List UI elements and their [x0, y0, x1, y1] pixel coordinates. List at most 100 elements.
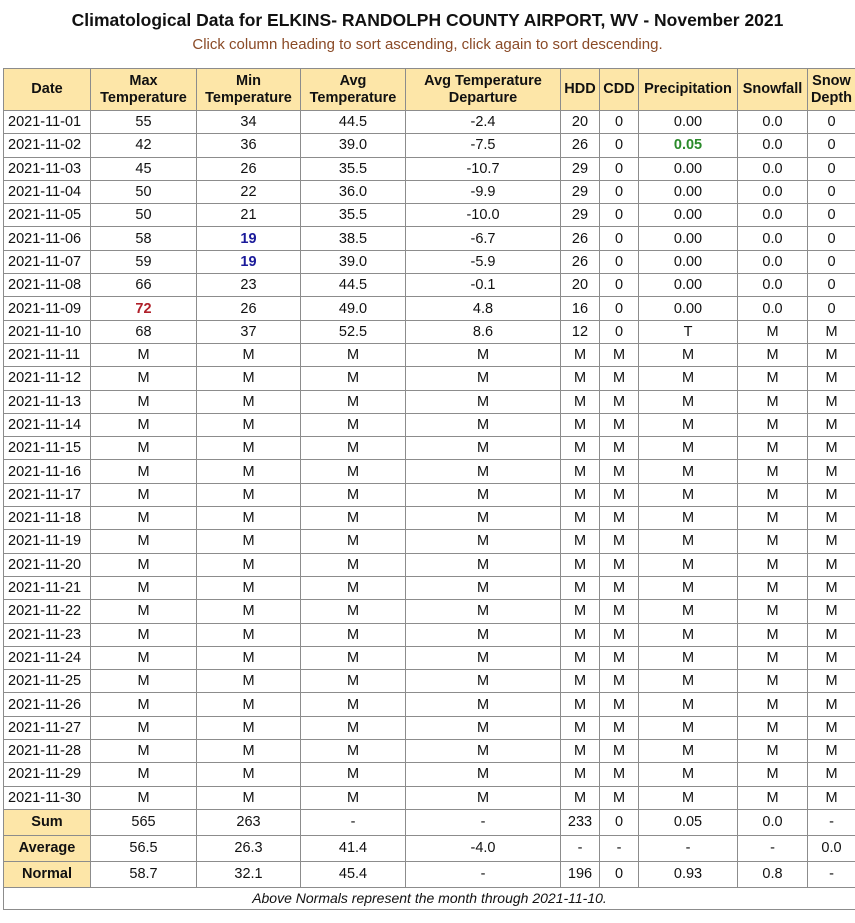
- max-temperature-cell: M: [90, 599, 197, 624]
- avg-temperature-departure-cell: M: [405, 692, 561, 717]
- min-temperature-cell: M: [196, 575, 301, 601]
- column-header-label: Snow: [812, 72, 851, 89]
- snow-depth-cell: M: [807, 599, 855, 624]
- precipitation-summary-cell: -: [638, 834, 738, 862]
- footnote: Above Normals represent the month throug…: [3, 886, 855, 910]
- date-cell: 2021-11-21: [3, 575, 91, 601]
- snow-depth-cell: M: [807, 739, 855, 764]
- precipitation-cell: M: [638, 762, 738, 787]
- snowfall-cell: M: [737, 622, 808, 647]
- min-temperature-summary-cell: 263: [196, 808, 301, 836]
- hdd-cell: 20: [560, 273, 600, 298]
- precipitation-summary-cell: 0.05: [638, 808, 738, 836]
- column-header-hdd[interactable]: HDD: [560, 68, 600, 111]
- avg-temperature-cell: 36.0: [300, 179, 406, 205]
- avg-temperature-cell: 49.0: [300, 296, 406, 321]
- date-cell: 2021-11-30: [3, 785, 91, 810]
- precipitation-cell: M: [638, 739, 738, 764]
- date-cell: 2021-11-19: [3, 529, 91, 554]
- snowfall-cell: M: [737, 575, 808, 601]
- snowfall-cell: 0.0: [737, 203, 808, 228]
- column-header-date[interactable]: Date: [3, 68, 91, 111]
- precipitation-cell: M: [638, 459, 738, 484]
- snow-depth-cell: M: [807, 529, 855, 554]
- column-header-label: Depth: [810, 89, 853, 106]
- max-temperature-cell: M: [90, 389, 197, 414]
- column-header-label: CDD: [603, 81, 635, 97]
- avg-temperature-departure-cell: M: [405, 552, 561, 577]
- max-temperature-cell: M: [90, 575, 197, 601]
- table-row: 2021-11-11 M M M M M M M M M: [3, 342, 855, 368]
- cdd-cell: M: [599, 459, 639, 484]
- hdd-cell: 29: [560, 179, 600, 205]
- snowfall-cell: M: [737, 412, 808, 438]
- min-temperature-cell: M: [196, 529, 301, 554]
- cdd-cell: 0: [599, 296, 639, 321]
- snowfall-cell: M: [737, 692, 808, 717]
- snow-depth-cell: M: [807, 506, 855, 531]
- hdd-cell: M: [560, 506, 600, 531]
- cdd-cell: M: [599, 622, 639, 647]
- column-header-snow-depth[interactable]: Snow Depth: [807, 68, 855, 111]
- avg-temperature-departure-cell: -5.9: [405, 249, 561, 275]
- hdd-cell: M: [560, 389, 600, 414]
- column-header-snowfall[interactable]: Snowfall: [737, 68, 808, 111]
- snow-depth-cell: M: [807, 436, 855, 461]
- max-temperature-cell: M: [90, 645, 197, 671]
- table-row: 2021-11-02 42 36 39.0 -7.5 26 0 0.05 0.0 0: [3, 133, 855, 158]
- min-temperature-cell: M: [196, 459, 301, 484]
- snow-depth-cell: 0: [807, 179, 855, 205]
- avg-temperature-cell: M: [300, 342, 406, 368]
- table-row: 2021-11-16 M M M M M M M M M: [3, 459, 855, 484]
- table-row: 2021-11-29 M M M M M M M M M: [3, 762, 855, 787]
- min-temperature-cell: 34: [196, 109, 301, 135]
- avg-temperature-departure-cell: 4.8: [405, 296, 561, 321]
- snow-depth-cell: M: [807, 366, 855, 391]
- date-cell: 2021-11-29: [3, 762, 91, 787]
- min-temperature-cell: 26: [196, 156, 301, 181]
- column-header-cdd[interactable]: CDD: [599, 68, 639, 111]
- precipitation-cell: M: [638, 552, 738, 577]
- avg-temperature-departure-cell: 8.6: [405, 319, 561, 344]
- table-row: 2021-11-09 72 26 49.0 4.8 16 0 0.00 0.0 0: [3, 296, 855, 321]
- max-temperature-cell: 58: [90, 226, 197, 251]
- date-cell: 2021-11-23: [3, 622, 91, 647]
- avg-temperature-departure-summary-cell: -4.0: [405, 834, 561, 862]
- snow-depth-cell: 0: [807, 203, 855, 228]
- column-header-max-temperature[interactable]: Max Temperature: [90, 68, 197, 111]
- date-cell: 2021-11-15: [3, 436, 91, 461]
- table-row: 2021-11-07 59 19 39.0 -5.9 26 0 0.00 0.0 0: [3, 249, 855, 275]
- avg-temperature-cell: 52.5: [300, 319, 406, 344]
- avg-temperature-departure-summary-cell: -: [405, 860, 561, 888]
- cdd-cell: M: [599, 529, 639, 554]
- table-row: 2021-11-24 M M M M M M M M M: [3, 645, 855, 671]
- snow-depth-cell: M: [807, 715, 855, 741]
- min-temperature-cell: 37: [196, 319, 301, 344]
- table-body: 2021-11-01 55 34 44.5 -2.4 20 0 0.00 0.0 0 2021-11…: [3, 109, 855, 810]
- column-header-avg-temperature-departure[interactable]: Avg Temperature Departure: [405, 68, 561, 111]
- max-temperature-cell: 68: [90, 319, 197, 344]
- snow-depth-summary-cell: -: [807, 808, 855, 836]
- snowfall-cell: M: [737, 482, 808, 508]
- date-cell: 2021-11-28: [3, 739, 91, 764]
- column-header-avg-temperature[interactable]: Avg Temperature: [300, 68, 406, 111]
- min-temperature-cell: M: [196, 645, 301, 671]
- date-cell: 2021-11-08: [3, 273, 91, 298]
- avg-temperature-departure-summary-cell: -: [405, 808, 561, 836]
- snow-depth-cell: M: [807, 692, 855, 717]
- snowfall-cell: 0.0: [737, 179, 808, 205]
- snowfall-cell: 0.0: [737, 109, 808, 135]
- precipitation-cell: M: [638, 412, 738, 438]
- column-header-min-temperature[interactable]: Min Temperature: [196, 68, 301, 111]
- snow-depth-cell: 0: [807, 156, 855, 181]
- snow-depth-cell: M: [807, 762, 855, 787]
- column-header-precipitation[interactable]: Precipitation: [638, 68, 738, 111]
- column-header-label: Precipitation: [644, 81, 732, 97]
- date-cell: 2021-11-01: [3, 109, 91, 135]
- table-row: 2021-11-13 M M M M M M M M M: [3, 389, 855, 414]
- avg-temperature-departure-cell: -6.7: [405, 226, 561, 251]
- column-header-label: HDD: [564, 81, 596, 97]
- cdd-cell: 0: [599, 179, 639, 205]
- min-temperature-cell: M: [196, 669, 301, 694]
- column-header-label: Temperature: [309, 89, 397, 106]
